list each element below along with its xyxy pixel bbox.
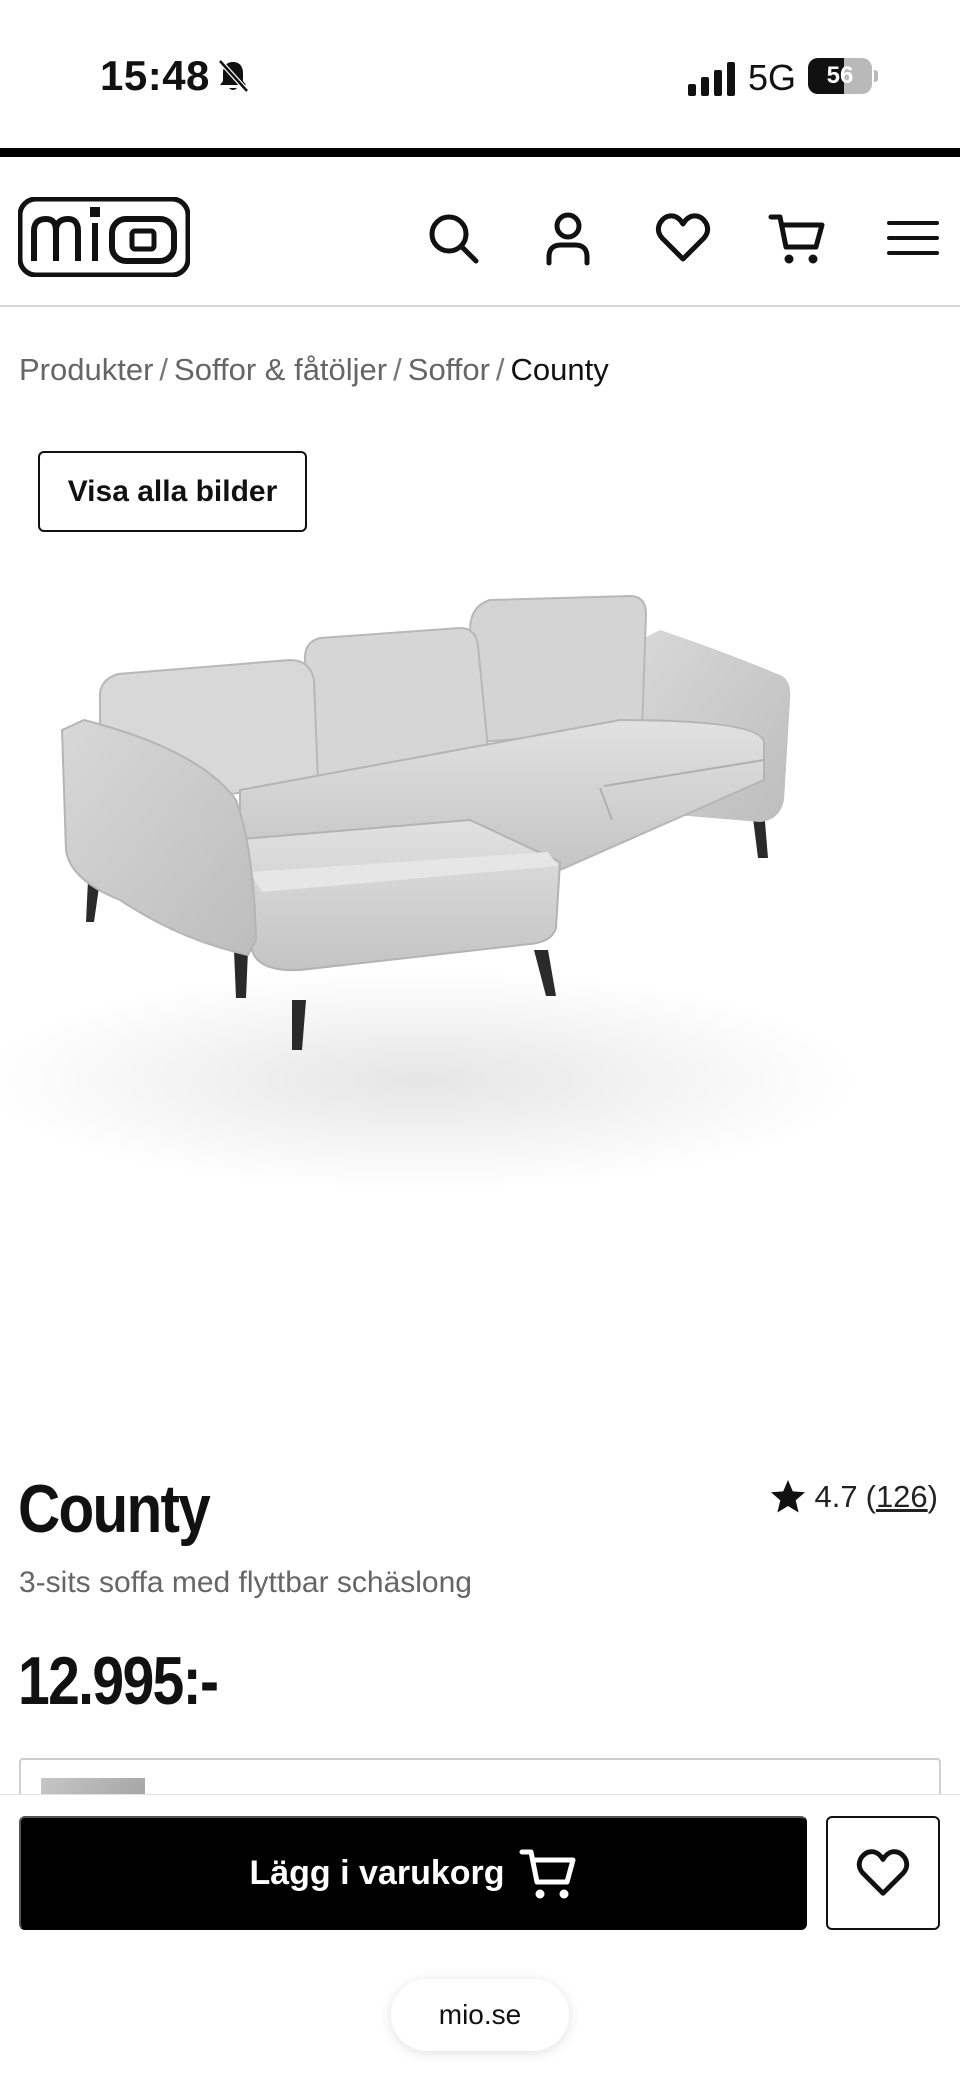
battery-level: 56 [826,62,854,89]
product-subtitle: 3-sits soffa med flyttbar schäslong [19,1566,472,1599]
browser-url-bar[interactable]: mio.se [391,1979,569,2051]
search-icon[interactable] [424,209,482,267]
cart-icon [519,1849,576,1899]
add-to-cart-button[interactable]: Lägg i varukorg [19,1816,807,1930]
mio-logo[interactable] [18,197,190,277]
review-count-wrapper[interactable]: (126) [866,1479,938,1515]
bell-muted-icon [218,59,249,93]
review-count-link[interactable]: 126 [876,1479,928,1514]
user-icon[interactable] [539,209,597,267]
network-type: 5G [748,57,797,98]
star-icon [770,1480,805,1513]
status-time: 15:48 [100,52,210,99]
heart-icon [856,1849,910,1896]
breadcrumb-link-soffor-fatoljer[interactable]: Soffor & fåtöljer [174,352,387,387]
site-header [0,157,960,307]
breadcrumb: Produkter / Soffor & fåtöljer / Soffor / Count… [19,352,609,388]
top-divider [0,148,960,157]
breadcrumb-separator: / [495,352,505,387]
add-to-cart-label: Lägg i varukorg [249,1853,505,1892]
breadcrumb-link-produkter[interactable]: Produkter [19,352,153,387]
bottom-action-bar: Lägg i varukorg mio.se [0,1794,960,2087]
rating-paren-open: ( [865,1479,876,1514]
add-to-wishlist-button[interactable] [826,1816,940,1930]
product-price: 12.995:- [18,1643,219,1719]
status-bar: 15:48 5G 56 [0,0,960,150]
heart-icon[interactable] [654,209,712,267]
product-rating[interactable]: 4.7 (126) [769,1478,938,1516]
menu-icon[interactable] [884,209,942,267]
show-all-images-button[interactable]: Visa alla bilder [38,451,307,532]
breadcrumb-separator: / [393,352,402,387]
breadcrumb-separator: / [159,352,169,387]
product-image[interactable] [0,560,960,1280]
rating-paren-close: ) [927,1479,938,1514]
cart-icon[interactable] [768,209,826,267]
signal-icon [688,62,735,96]
battery-indicator: 56 [808,58,878,94]
rating-value: 4.7 [814,1479,858,1514]
breadcrumb-link-soffor[interactable]: Soffor [408,352,490,387]
breadcrumb-current: County [510,352,609,387]
product-title: County [18,1471,211,1547]
